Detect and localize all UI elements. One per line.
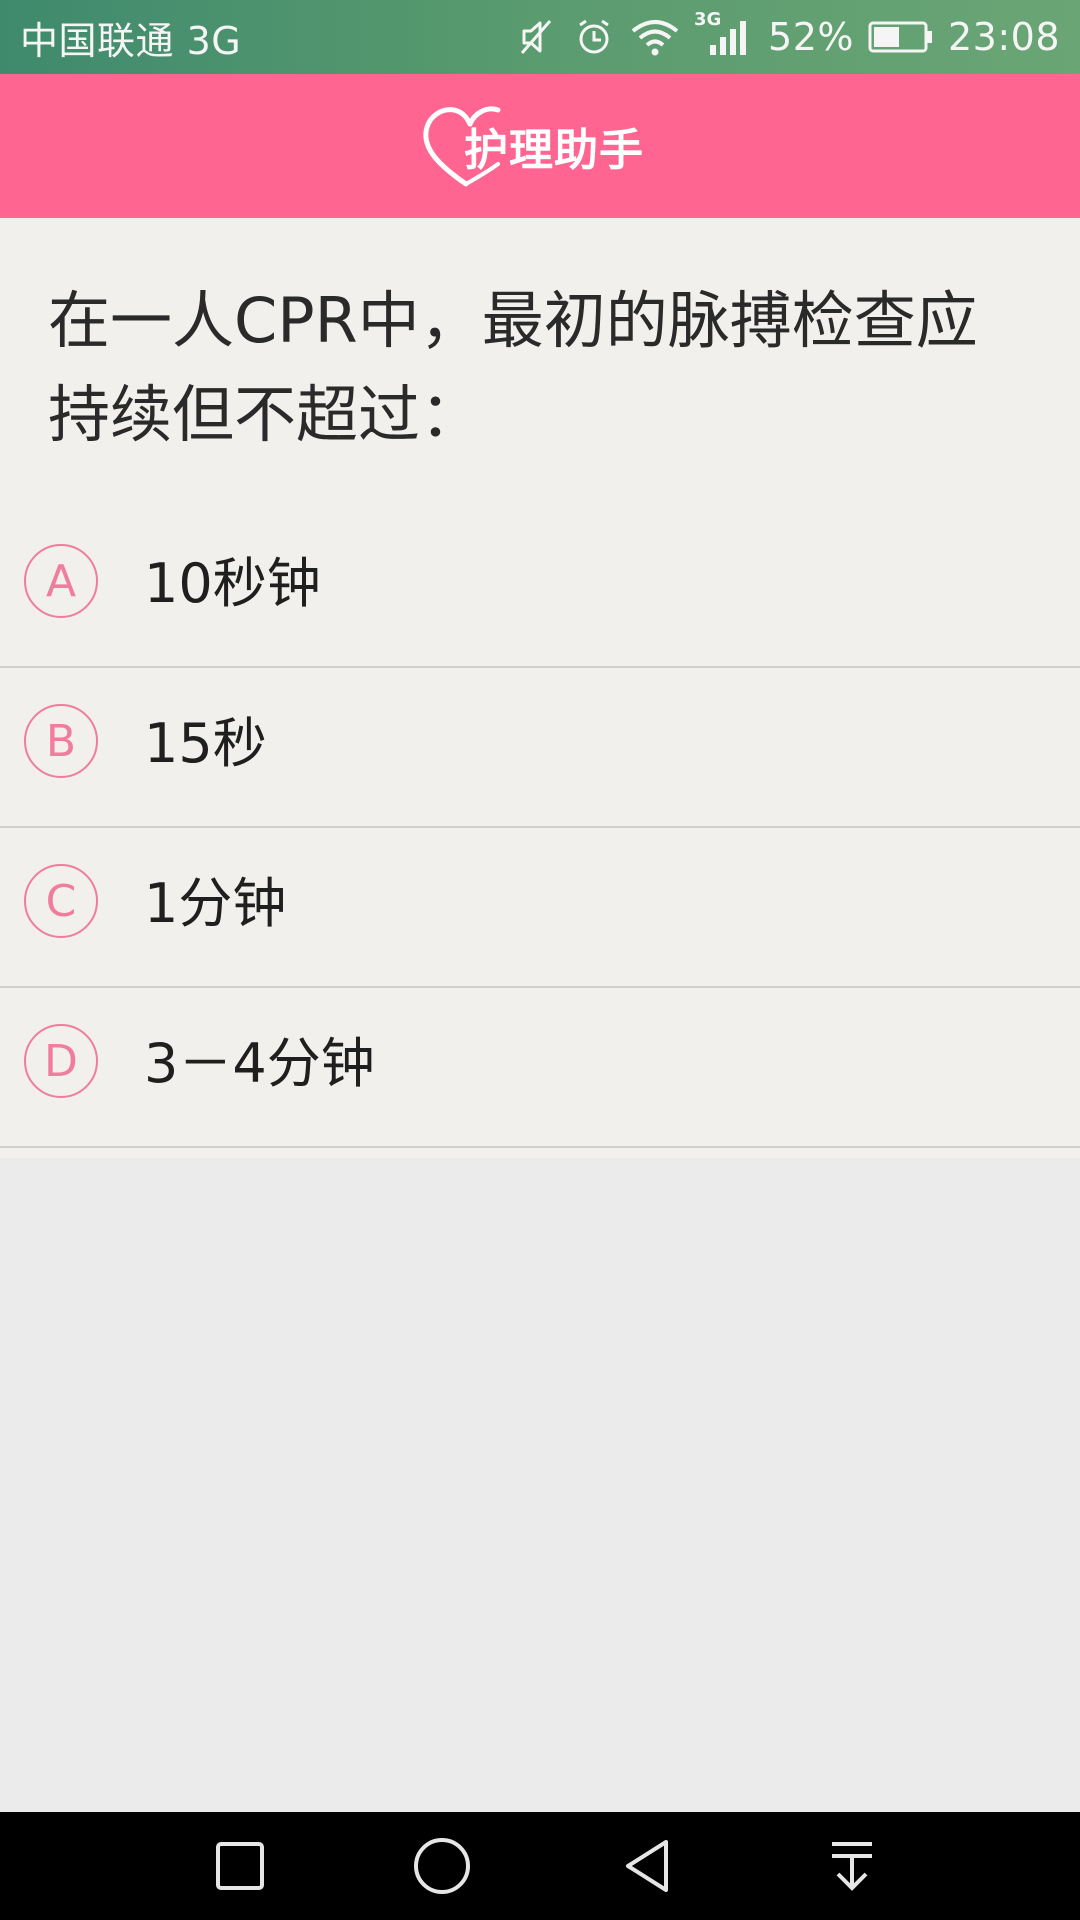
option-b[interactable]: B 15秒: [0, 668, 1080, 828]
recents-square-icon[interactable]: [208, 1834, 272, 1898]
wifi-icon: [630, 15, 680, 59]
option-c-text: 1分钟: [144, 872, 287, 935]
app-title: 护理助手: [464, 125, 644, 176]
option-d[interactable]: D 3－4分钟: [0, 988, 1080, 1148]
carrier-label: 中国联通 3G: [20, 18, 242, 63]
back-triangle-icon[interactable]: [616, 1834, 680, 1898]
status-bar: 中国联通 3G 3G 52% 23:08: [0, 0, 1080, 74]
clock: 23:08: [947, 15, 1060, 59]
option-a-marker: A: [24, 544, 98, 618]
mute-icon: [514, 15, 558, 59]
signal-icon: 3G: [694, 9, 754, 59]
options-list: A 10秒钟 B 15秒 C 1分钟 D 3－4分钟: [0, 508, 1080, 1148]
battery-percent: 52%: [768, 15, 854, 59]
app-header: 护理助手: [0, 74, 1080, 218]
network-type-label: 3G: [694, 9, 722, 30]
alarm-icon: [572, 15, 616, 59]
option-c-marker: C: [24, 864, 98, 938]
question-text: 在一人CPR中，最初的脉搏检查应持续但不超过：: [48, 284, 978, 451]
option-a-text: 10秒钟: [144, 552, 321, 615]
option-b-text: 15秒: [144, 712, 267, 775]
status-right: 3G 52% 23:08: [514, 9, 1060, 59]
option-b-marker: B: [24, 704, 98, 778]
app-logo: 护理助手: [420, 96, 660, 196]
home-circle-icon[interactable]: [410, 1834, 474, 1898]
question-card: 在一人CPR中，最初的脉搏检查应持续但不超过： A 10秒钟 B 15秒 C 1…: [0, 218, 1080, 1158]
option-c[interactable]: C 1分钟: [0, 828, 1080, 988]
option-d-marker: D: [24, 1024, 98, 1098]
status-left: 中国联通 3G: [20, 10, 241, 65]
option-a[interactable]: A 10秒钟: [0, 508, 1080, 668]
navigation-bar: [0, 1812, 1080, 1920]
notification-pull-icon[interactable]: [820, 1834, 884, 1898]
battery-icon: [868, 15, 934, 59]
option-d-text: 3－4分钟: [144, 1032, 375, 1095]
